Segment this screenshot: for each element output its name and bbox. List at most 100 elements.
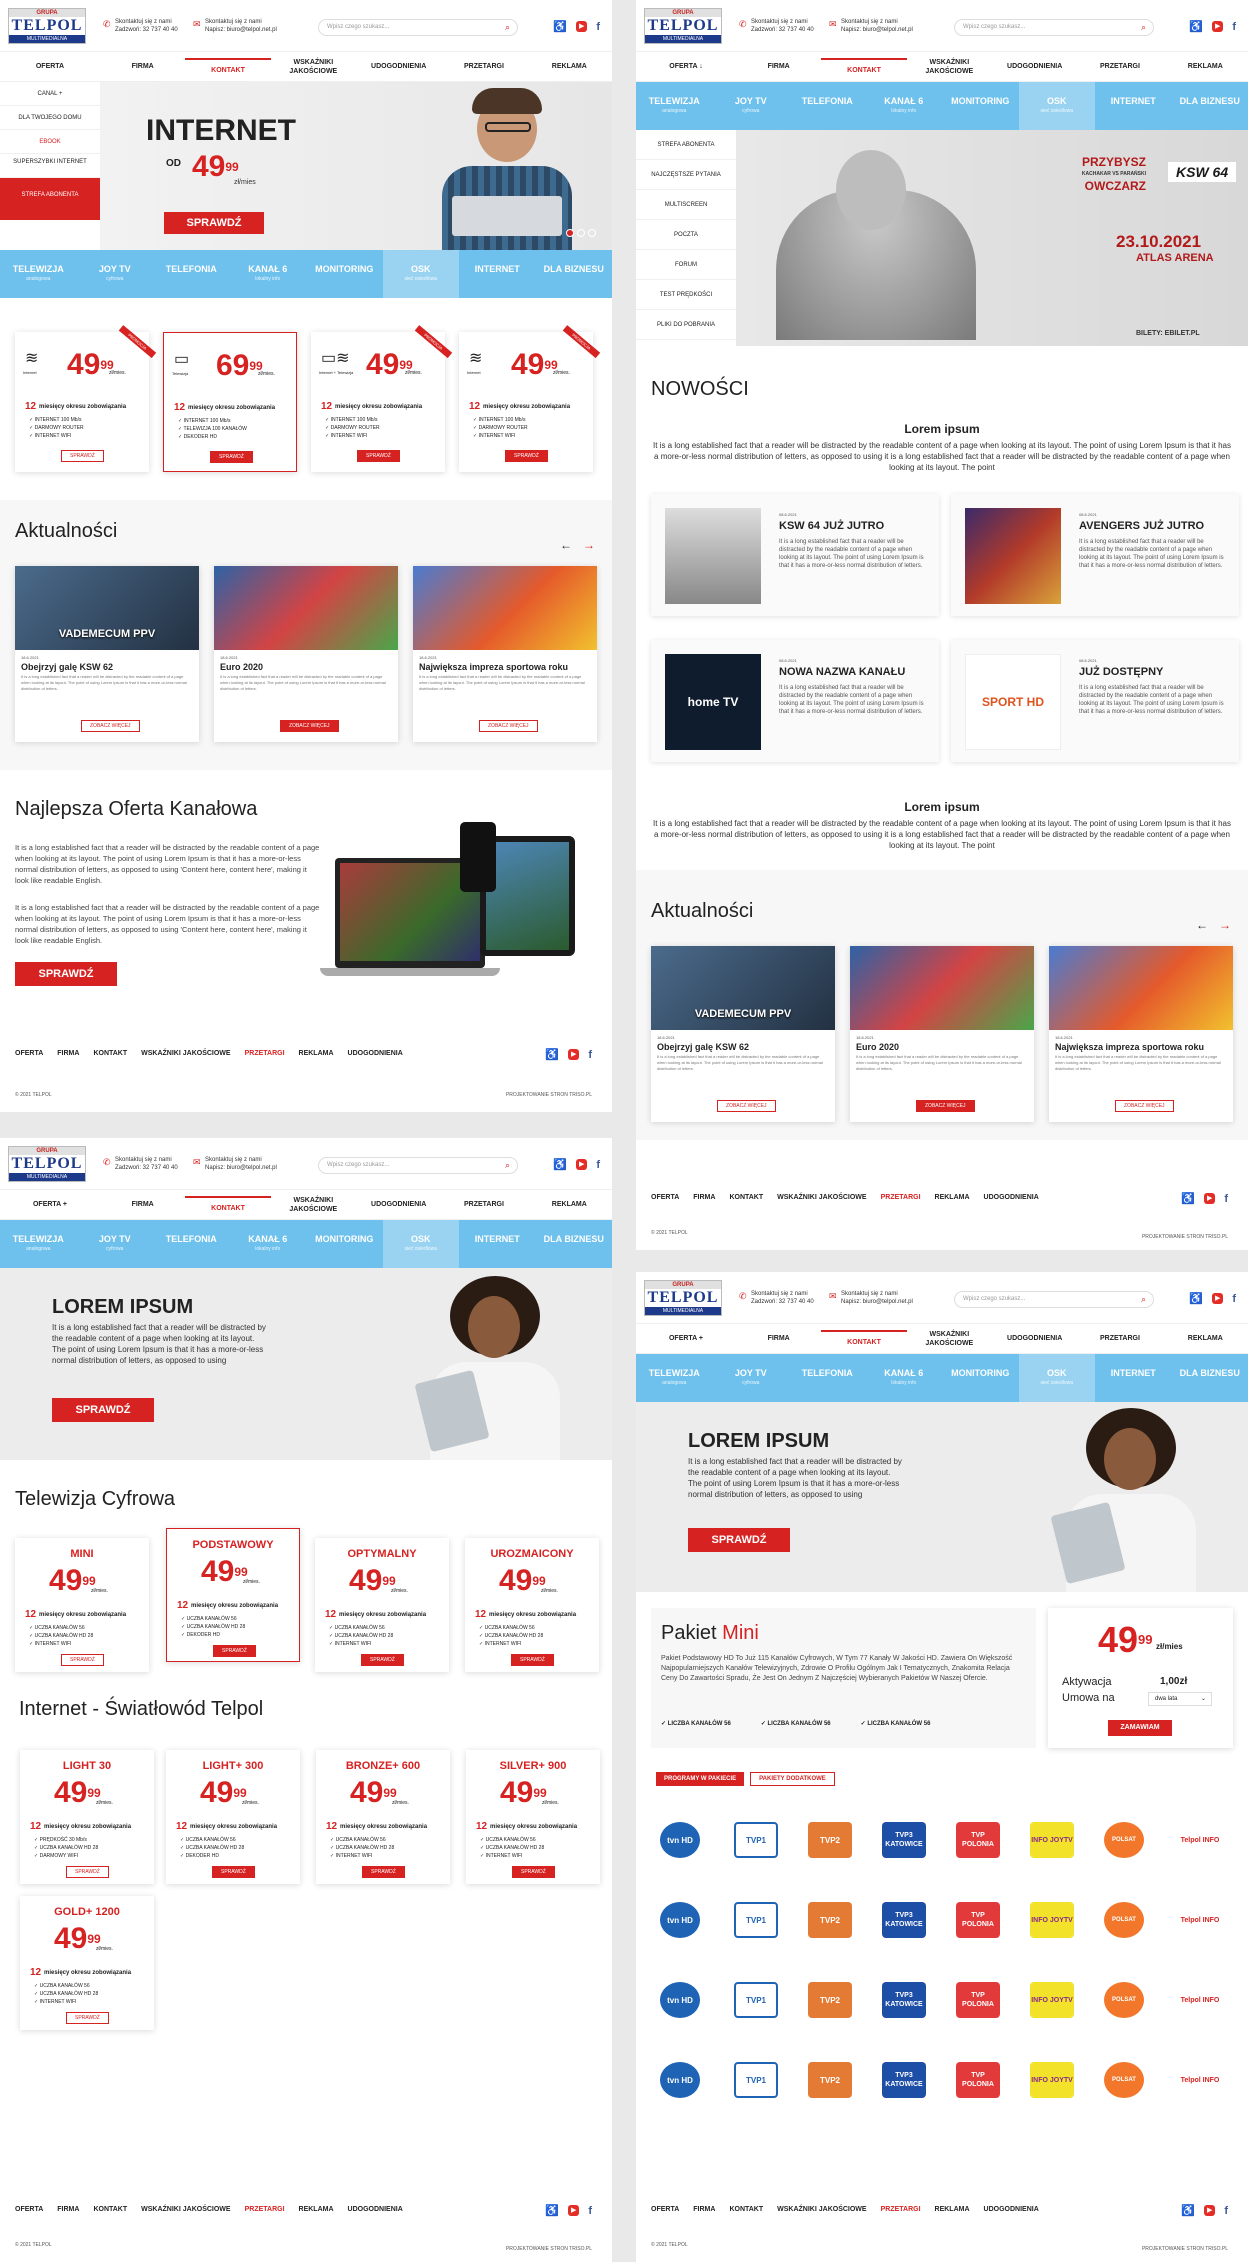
card-check-button[interactable]: SPRAWDŹ	[505, 450, 548, 462]
accessibility-icon[interactable]: ♿	[553, 20, 567, 33]
category-monitoring[interactable]: MONITORING	[942, 1354, 1019, 1402]
menu-reklama[interactable]: REKLAMA	[1163, 62, 1248, 71]
next-arrow-icon[interactable]: →	[1219, 918, 1231, 932]
menu-firma[interactable]: FIRMA	[736, 1334, 821, 1343]
menu-udogodnienia[interactable]: UDOGODNIENIA	[356, 62, 441, 71]
tab-additional[interactable]: PAKIETY DODATKOWE	[750, 1772, 835, 1786]
sidebar-item[interactable]: FORUM	[636, 250, 736, 280]
search-input[interactable]: Wpisz czego szukasz... ⌕	[954, 1291, 1154, 1308]
designer-link[interactable]: PROJEKTOWANIE STRON TRISO.PL	[506, 2246, 592, 2252]
search-input[interactable]: Wpisz czego szukasz... ⌕	[954, 19, 1154, 36]
channel-logo[interactable]: tvn HD	[660, 1822, 700, 1858]
category-telewizja[interactable]: TELEWIZJA analogowa	[0, 1220, 77, 1268]
card-check-button[interactable]: SPRAWDŹ	[210, 451, 253, 463]
contract-select[interactable]: dwa lata ⌄	[1148, 1692, 1212, 1706]
youtube-icon[interactable]: ▶	[575, 21, 588, 32]
channel-logo[interactable]: TVP3 KATOWICE	[882, 1902, 926, 1938]
offer-card[interactable]: PROMOCJA ≋ Internet 4999 zł/mies. 12 miesięcy …	[15, 325, 157, 472]
hero-check-button[interactable]: SPRAWDŹ	[688, 1528, 790, 1552]
channel-logo[interactable]: TVP1	[734, 2062, 778, 2098]
card-check-button[interactable]: SPRAWDŹ	[361, 1654, 404, 1666]
category-osk[interactable]: OSK sieć osiedlowa	[382, 1220, 459, 1268]
menu-przetargi[interactable]: PRZETARGI	[1077, 1334, 1162, 1343]
category-telefonia[interactable]: TELEFONIA	[789, 82, 866, 130]
category-monitoring[interactable]: MONITORING	[306, 1220, 383, 1268]
news-list-item[interactable]: 08.6.2021 KSW 64 JUŻ JUTRO It is a long es…	[651, 494, 939, 616]
category-kanal6[interactable]: KANAŁ 6 lokalny info	[866, 82, 943, 130]
package-card[interactable]: GOLD+ 1200 4999 zł/mies. 12 miesięcy okresu …	[20, 1896, 154, 2030]
menu-wskazniki[interactable]: WSKAŹNIKI JAKOŚCIOWE	[271, 1196, 356, 1214]
menu-oferta[interactable]: OFERTA	[0, 62, 100, 71]
designer-link[interactable]: PROJEKTOWANIE STRON TRISO.PL	[1142, 2246, 1228, 2252]
youtube-icon[interactable]: ▶	[575, 1159, 588, 1170]
logo[interactable]: GRUPA TELPOL MULTIMEDIALNA	[8, 8, 86, 44]
accessibility-icon[interactable]: ♿	[1189, 20, 1203, 33]
news-card[interactable]: 18.6.2021 Euro 2020 It is a long establish…	[850, 946, 1034, 1122]
menu-reklama[interactable]: REKLAMA	[1163, 1334, 1248, 1343]
footer-link[interactable]: KONTAKT	[729, 2206, 763, 2213]
youtube-icon[interactable]: ▶	[1211, 1293, 1224, 1304]
order-button[interactable]: ZAMAWIAM	[1108, 1720, 1172, 1736]
card-check-button[interactable]: SPRAWDŹ	[213, 1645, 256, 1657]
sidebar-item[interactable]: NAJCZĘSTSZE PYTANIA	[636, 160, 736, 190]
logo[interactable]: GRUPA TELPOL MULTIMEDIALNA	[8, 1146, 86, 1182]
menu-kontakt[interactable]: KONTAKT	[185, 58, 271, 75]
card-check-button[interactable]: SPRAWDŹ	[362, 1866, 405, 1878]
email-contact[interactable]: ✉ Skontaktuj się z nami Napisz: biuro@telp…	[829, 1290, 913, 1306]
logo[interactable]: GRUPA TELPOL MULTIMEDIALNA	[644, 8, 722, 44]
footer-link[interactable]: WSKAŹNIKI JAKOŚCIOWE	[141, 1050, 230, 1057]
search-icon[interactable]: ⌕	[1141, 1294, 1146, 1305]
accessibility-icon[interactable]: ♿	[1181, 2204, 1195, 2217]
email-contact[interactable]: ✉ Skontaktuj się z nami Napisz: biuro@te…	[193, 18, 277, 34]
search-icon[interactable]: ⌕	[505, 22, 510, 33]
category-internet[interactable]: INTERNET	[459, 250, 536, 298]
news-card[interactable]: 18.6.2021 Największa impreza sportowa rok…	[413, 566, 597, 742]
search-icon[interactable]: ⌕	[1141, 22, 1146, 33]
channel-logo[interactable]: Telpol INFO	[1178, 1902, 1222, 1938]
card-check-button[interactable]: SPRAWDŹ	[511, 1654, 554, 1666]
category-joytv[interactable]: JOY TV cyfrowa	[77, 1220, 154, 1268]
offer-card[interactable]: ▭ Telewizja 6999 zł/mies. 12 miesięcy okresu …	[163, 332, 297, 472]
menu-wskazniki[interactable]: WSKAŹNIKI JAKOŚCIOWE	[907, 58, 992, 76]
menu-przetargi[interactable]: PRZETARGI	[441, 62, 526, 71]
footer-link[interactable]: PRZETARGI	[881, 2206, 921, 2213]
footer-link[interactable]: REKLAMA	[935, 1194, 970, 1201]
card-check-button[interactable]: SPRAWDŹ	[512, 1866, 555, 1878]
channel-logo[interactable]: INFO JOYTV	[1030, 1822, 1074, 1858]
carousel-dots[interactable]	[563, 224, 596, 242]
sidebar-item[interactable]: PLIKI DO POBRANIA	[636, 310, 736, 340]
prev-arrow-icon[interactable]: ←	[560, 538, 572, 552]
channel-logo[interactable]: TVP2	[808, 1982, 852, 2018]
category-monitoring[interactable]: MONITORING	[306, 250, 383, 298]
news-more-button[interactable]: ZOBACZ WIĘCEJ	[717, 1100, 776, 1112]
package-card[interactable]: BRONZE+ 600 4999 zł/mies. 12 miesięcy okresu…	[316, 1750, 450, 1884]
facebook-icon[interactable]: f	[1224, 1193, 1228, 1205]
accessibility-icon[interactable]: ♿	[1189, 1292, 1203, 1305]
channel-logo[interactable]: TVP2	[808, 1902, 852, 1938]
channel-logo[interactable]: TVP POLONIA	[956, 2062, 1000, 2098]
channel-logo[interactable]: INFO JOYTV	[1030, 1902, 1074, 1938]
package-card[interactable]: MINI 4999 zł/mies. 12 miesięcy okresu zobowi…	[15, 1538, 149, 1672]
channel-logo[interactable]: POLSAT	[1104, 1902, 1144, 1938]
news-more-button[interactable]: ZOBACZ WIĘCEJ	[280, 720, 339, 732]
youtube-icon[interactable]: ▶	[567, 2205, 580, 2216]
accessibility-icon[interactable]: ♿	[553, 1158, 567, 1171]
package-card[interactable]: SILVER+ 900 4999 zł/mies. 12 miesięcy okresu…	[466, 1750, 600, 1884]
news-card[interactable]: VADEMECUM PPV 18.6.2021 Obejrzyj galę KSW …	[15, 566, 199, 742]
footer-link[interactable]: PRZETARGI	[881, 1194, 921, 1201]
package-card[interactable]: PODSTAWOWY 4999 zł/mies. 12 miesięcy okresu …	[166, 1528, 300, 1662]
footer-link[interactable]: FIRMA	[693, 1194, 715, 1201]
channel-logo[interactable]: INFO JOYTV	[1030, 2062, 1074, 2098]
channel-logo[interactable]: TVP1	[734, 1982, 778, 2018]
email-contact[interactable]: ✉ Skontaktuj się z nami Napisz: biuro@telp…	[829, 18, 913, 34]
menu-oferta[interactable]: OFERTA ↓	[636, 62, 736, 71]
news-more-button[interactable]: ZOBACZ WIĘCEJ	[916, 1100, 975, 1112]
sidebar-item[interactable]: EBOOK	[0, 130, 100, 154]
category-telefonia[interactable]: TELEFONIA	[153, 250, 230, 298]
footer-link[interactable]: UDOGODNIENIA	[348, 1050, 403, 1057]
channel-logo[interactable]: TVP2	[808, 2062, 852, 2098]
menu-oferta[interactable]: OFERTA +	[636, 1334, 736, 1343]
channel-logo[interactable]: tvn HD	[660, 1982, 700, 2018]
channel-logo[interactable]: POLSAT	[1104, 1822, 1144, 1858]
channel-logo[interactable]: POLSAT	[1104, 2062, 1144, 2098]
